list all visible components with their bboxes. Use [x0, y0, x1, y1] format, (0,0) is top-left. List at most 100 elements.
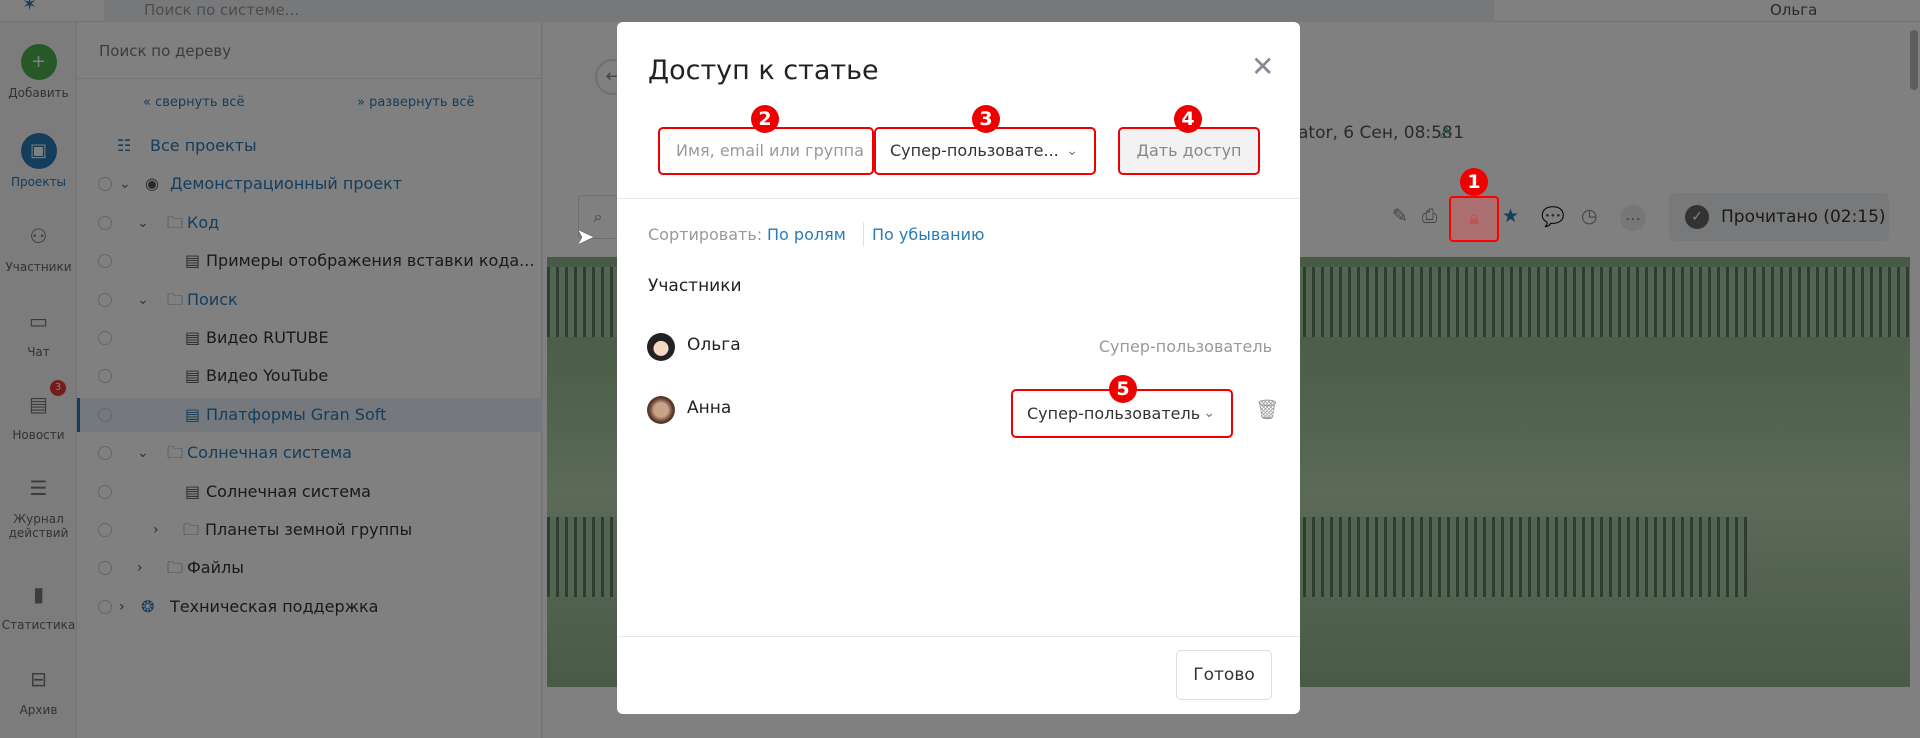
checkbox[interactable]: [98, 293, 112, 307]
checkbox[interactable]: [98, 216, 112, 230]
nav-label: Участники: [5, 260, 72, 274]
document-icon: ▤: [185, 405, 201, 424]
nav-add[interactable]: + Добавить: [0, 44, 77, 100]
print-icon[interactable]: ⎙: [1422, 205, 1437, 227]
users-icon: ⚇: [29, 224, 48, 248]
news-badge: 3: [50, 380, 66, 396]
project-tree: Поиск по дереву « свернуть всё » разверн…: [77, 22, 542, 738]
sort-by-roles-link[interactable]: По ролям: [767, 225, 846, 244]
pencil-icon[interactable]: ✎: [1392, 205, 1408, 227]
row-label: Техническая поддержка: [170, 597, 379, 616]
annotation-badge: 1: [1460, 168, 1488, 196]
mark-read-button[interactable]: ✓ Прочитано (02:15): [1669, 193, 1889, 241]
all-projects-link[interactable]: ☷ Все проекты: [77, 129, 542, 163]
nav-statistics[interactable]: ▮ Статистика: [0, 576, 77, 632]
row-label: Примеры отображения вставки кода...: [206, 251, 535, 270]
document-icon: ▤: [185, 366, 201, 385]
chevron-right-icon[interactable]: ›: [153, 513, 159, 547]
close-icon[interactable]: ✕: [1251, 50, 1274, 83]
tree-row[interactable]: › 🗀 Файлы: [77, 551, 542, 585]
chevron-down-icon[interactable]: ⌄: [137, 206, 149, 240]
tree-row[interactable]: ▤ Видео RUTUBE: [77, 321, 542, 355]
chevron-down-icon[interactable]: ⌄: [119, 167, 131, 201]
row-label: Видео YouTube: [206, 366, 329, 385]
checkbox[interactable]: [98, 485, 112, 499]
logo-icon: ✶: [22, 0, 38, 15]
nav-journal[interactable]: ☰ Журнал действий: [0, 470, 77, 540]
comments-icon[interactable]: 💬: [1541, 205, 1565, 228]
expand-all-button[interactable]: » развернуть всё: [357, 95, 475, 110]
chevron-down-icon[interactable]: ⌄: [137, 436, 149, 470]
star-icon[interactable]: ★: [1502, 205, 1519, 227]
checkbox[interactable]: [98, 369, 112, 383]
tree-row[interactable]: ▤ Примеры отображения вставки кода...: [77, 244, 542, 278]
left-nav: + Добавить ▣ Проекты ⚇ Участники ▭ Чат ▤ 3 Нов…: [0, 22, 77, 738]
checkbox[interactable]: [98, 408, 112, 422]
checkbox[interactable]: [98, 600, 112, 614]
collapse-all-button[interactable]: « свернуть всё: [143, 95, 245, 110]
row-label: Видео RUTUBE: [206, 328, 329, 347]
user-search-input[interactable]: Имя, email или группа: [658, 127, 874, 175]
nav-label: Чат: [27, 345, 50, 359]
done-button[interactable]: Готово: [1176, 650, 1272, 700]
tree-row-selected[interactable]: ▤ Платформы Gran Soft: [77, 398, 542, 432]
clock-icon[interactable]: ◷: [1581, 205, 1598, 227]
nav-participants[interactable]: ⚇ Участники: [0, 218, 77, 274]
nav-archive[interactable]: ⊟ Архив: [0, 661, 77, 717]
folder-icon: 🗀: [167, 558, 184, 577]
plus-icon: +: [20, 44, 57, 80]
checkbox[interactable]: [98, 177, 112, 191]
chevron-right-icon[interactable]: ›: [119, 590, 125, 624]
row-label: Солнечная система: [206, 482, 371, 501]
more-icon[interactable]: …: [1620, 205, 1646, 231]
dialog-title: Доступ к статье: [648, 55, 879, 86]
user-name[interactable]: Ольга: [1770, 0, 1817, 21]
role-select[interactable]: Супер-пользовате... ⌄: [874, 127, 1096, 175]
tree-row[interactable]: ⌄ 🗀 Код: [77, 206, 542, 240]
tree-row[interactable]: › ❂ Техническая поддержка: [77, 590, 542, 624]
row-label: Демонстрационный проект: [170, 174, 403, 193]
search-icon[interactable]: ⌕: [578, 195, 618, 239]
sort-desc-link[interactable]: По убыванию: [872, 225, 984, 244]
document-icon: ▤: [185, 251, 201, 270]
nav-label: Архив: [19, 703, 58, 717]
tree-search-input[interactable]: Поиск по дереву: [99, 42, 231, 60]
divider: [77, 78, 542, 79]
give-access-button[interactable]: Дать доступ: [1118, 127, 1260, 175]
global-search-input[interactable]: Поиск по системе...: [104, 0, 1494, 22]
tree-row[interactable]: ⌄ 🗀 Поиск: [77, 283, 542, 317]
tree-row[interactable]: ▤ Видео YouTube: [77, 359, 542, 393]
tree-row[interactable]: ⌄ ◉ Демонстрационный проект: [77, 167, 542, 201]
nav-label: Добавить: [8, 86, 69, 100]
scrollbar[interactable]: [1910, 30, 1918, 90]
tree-row[interactable]: › 🗀 Планеты земной группы: [77, 513, 542, 547]
trash-icon[interactable]: 🗑︎: [1255, 398, 1279, 421]
briefcase-icon: ▣: [20, 133, 57, 169]
nav-label: Проекты: [10, 175, 67, 189]
sort-label: Сортировать:: [648, 225, 763, 244]
nav-news[interactable]: ▤ 3 Новости: [0, 380, 77, 442]
nav-projects[interactable]: ▣ Проекты: [0, 133, 77, 189]
collapse-all-label: свернуть всё: [155, 95, 245, 110]
checkbox[interactable]: [98, 523, 112, 537]
checkbox[interactable]: [98, 331, 112, 345]
checkbox[interactable]: [98, 446, 112, 460]
viewers-value: 1: [1453, 123, 1465, 143]
role-select-value: Супер-пользовате...: [890, 141, 1059, 160]
avatar: [647, 396, 675, 424]
checkbox[interactable]: [98, 561, 112, 575]
chevron-down-icon[interactable]: ⌄: [137, 283, 149, 317]
lock-icon[interactable]: 🔒︎: [1449, 196, 1499, 242]
participants-heading: Участники: [648, 276, 742, 296]
tree-row[interactable]: ⌄ 🗀 Солнечная система: [77, 436, 542, 470]
divider: [617, 636, 1300, 637]
row-label: Код: [187, 213, 220, 232]
checkbox[interactable]: [98, 254, 112, 268]
archive-icon: ⊟: [30, 667, 47, 691]
chevron-right-icon[interactable]: ›: [137, 551, 143, 585]
avatar: [647, 333, 675, 361]
nav-chat[interactable]: ▭ Чат: [0, 303, 77, 359]
viewers-count: ♙1: [1438, 123, 1464, 143]
journal-icon: ☰: [29, 476, 48, 500]
tree-row[interactable]: ▤ Солнечная система: [77, 475, 542, 509]
